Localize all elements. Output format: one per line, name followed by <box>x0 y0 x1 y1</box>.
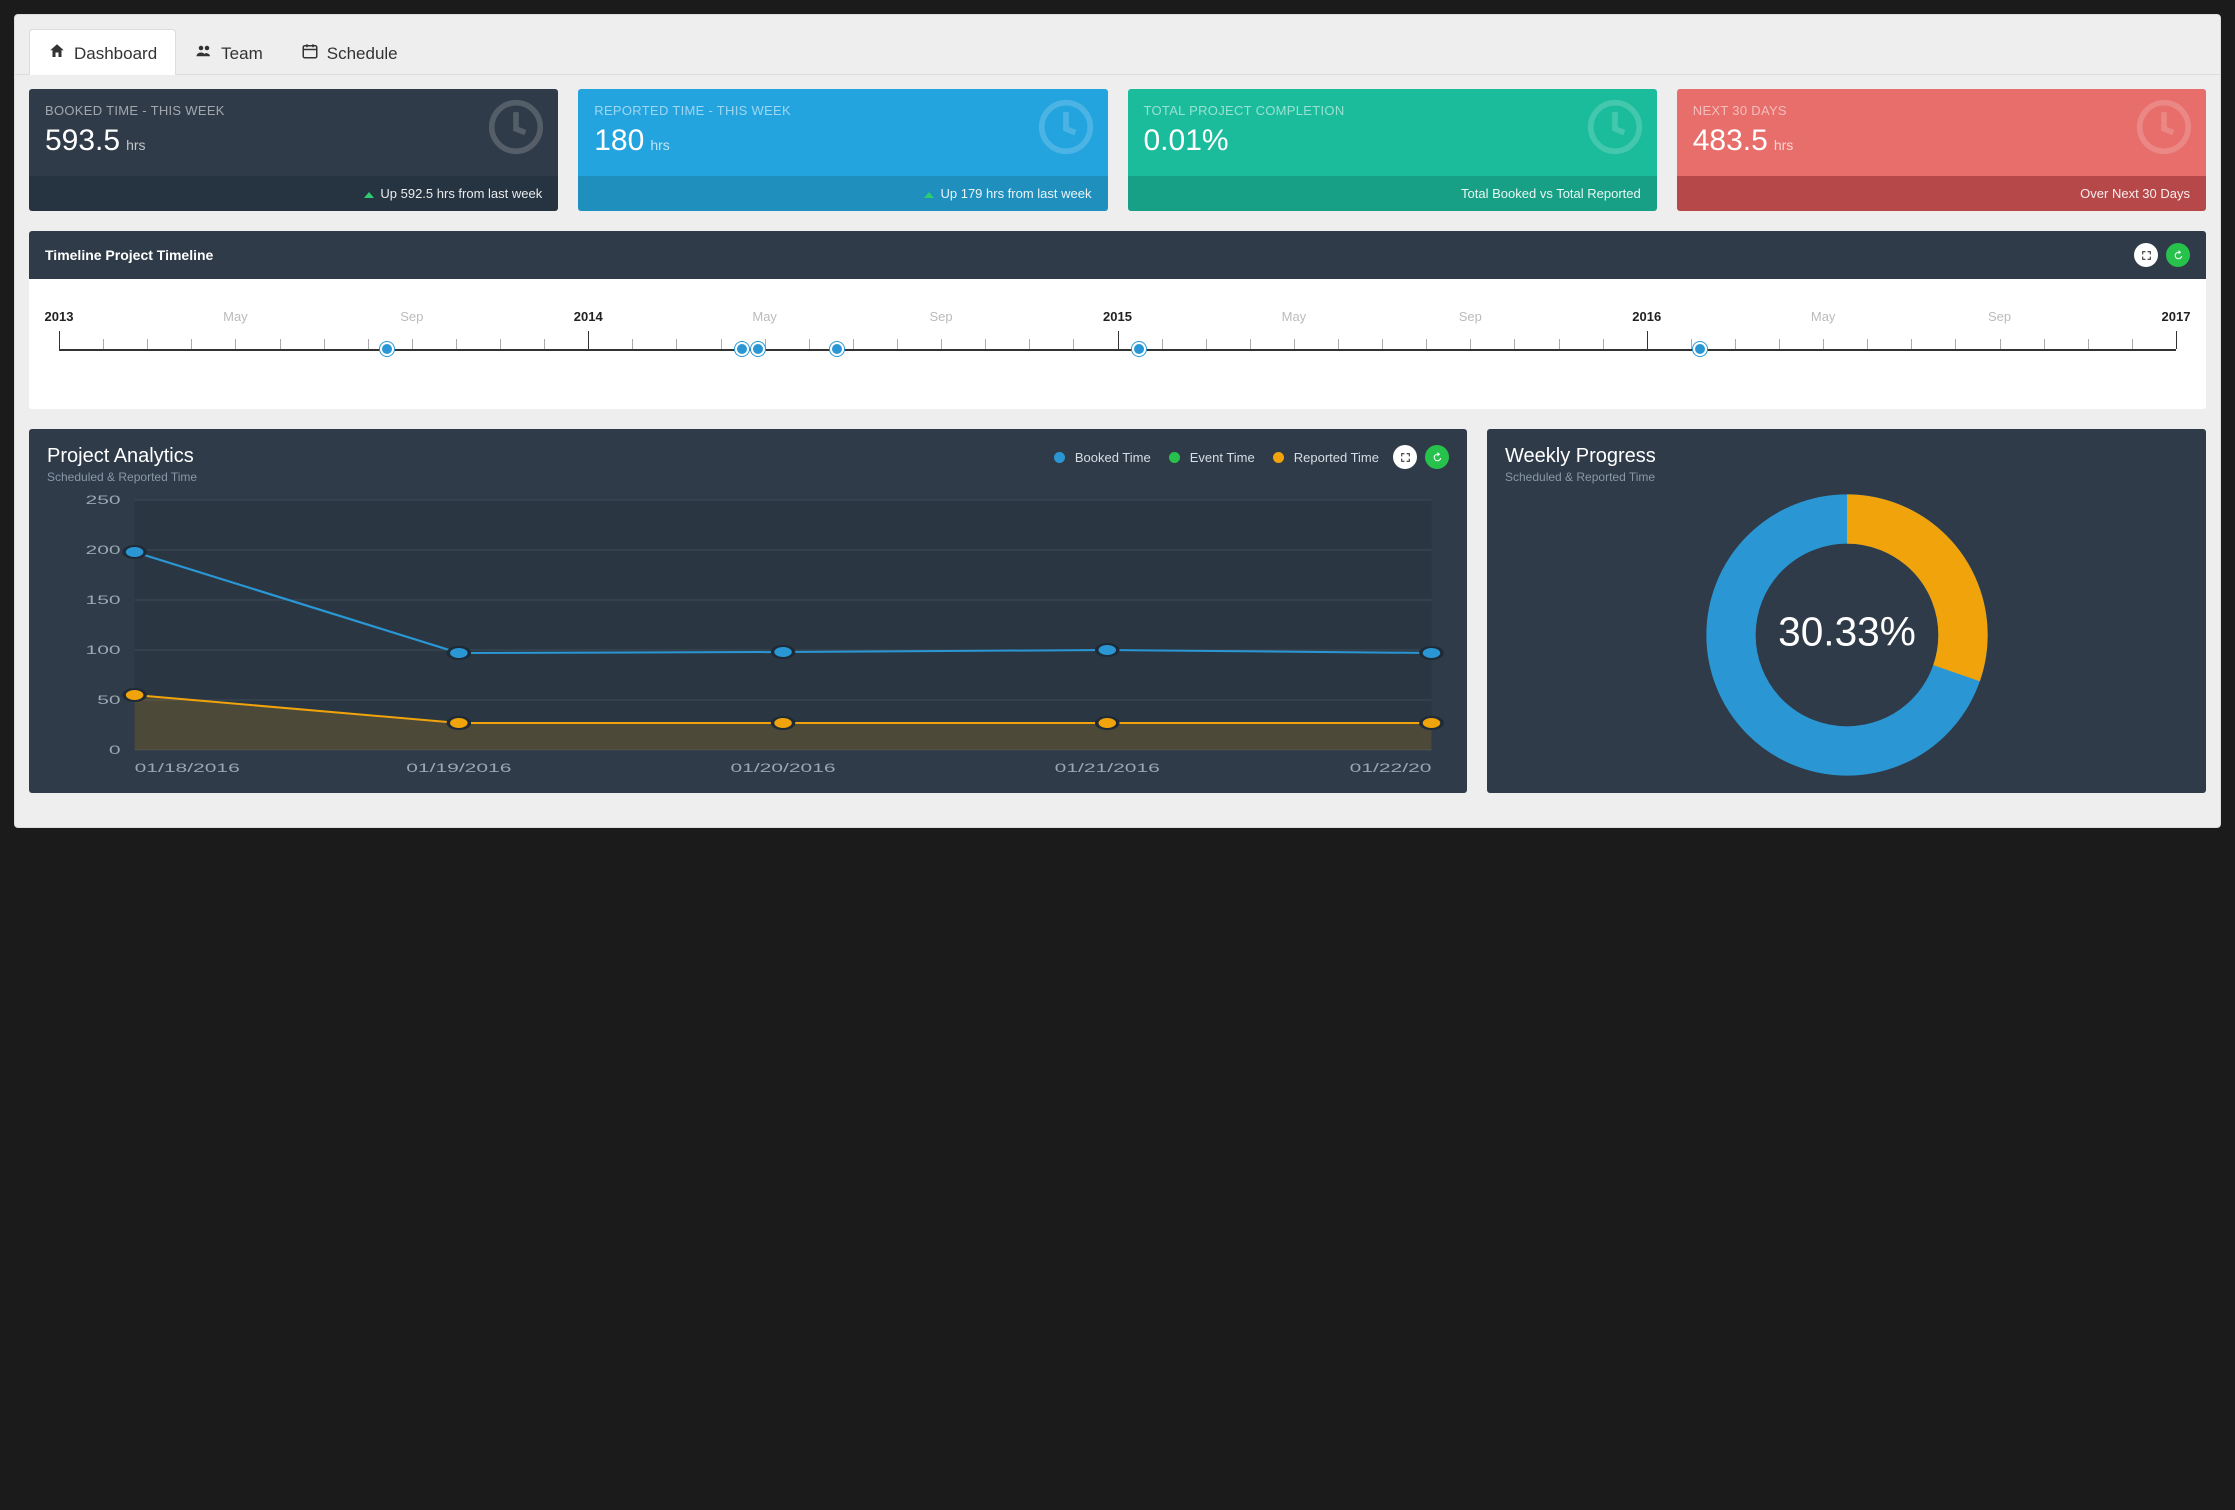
svg-text:01/20/2016: 01/20/2016 <box>730 761 835 774</box>
stat-title: REPORTED TIME - THIS WEEK <box>594 103 1091 118</box>
weekly-subtitle: Scheduled & Reported Time <box>1505 470 2188 484</box>
stat-title: NEXT 30 DAYS <box>1693 103 2190 118</box>
stat-completion: TOTAL PROJECT COMPLETION 0.01% Total Boo… <box>1128 89 1657 211</box>
svg-text:150: 150 <box>86 593 121 606</box>
stats-row: BOOKED TIME - THIS WEEK 593.5 hrs Up 592… <box>29 89 2206 211</box>
stat-title: TOTAL PROJECT COMPLETION <box>1144 103 1641 118</box>
caret-up-icon <box>924 192 934 198</box>
timeline-event-dot[interactable] <box>735 342 749 356</box>
stat-footer: Over Next 30 Days <box>1677 176 2206 211</box>
stat-footer: Up 592.5 hrs from last week <box>29 176 558 211</box>
tab-team[interactable]: Team <box>176 29 282 75</box>
tab-label: Team <box>221 44 263 64</box>
stat-unit: hrs <box>1774 137 1793 153</box>
tab-label: Schedule <box>327 44 398 64</box>
weekly-title: Weekly Progress <box>1505 445 2188 468</box>
legend-item[interactable]: Event Time <box>1169 450 1255 465</box>
stat-footer: Up 179 hrs from last week <box>578 176 1107 211</box>
clock-icon <box>1587 99 1643 155</box>
refresh-button[interactable] <box>1425 445 1449 469</box>
svg-text:01/22/20: 01/22/20 <box>1350 761 1432 774</box>
svg-text:01/18/2016: 01/18/2016 <box>135 761 240 774</box>
main-tabs: Dashboard Team Schedule <box>15 15 2220 75</box>
timeline-event-dot[interactable] <box>1132 342 1146 356</box>
weekly-progress-panel: Weekly Progress Scheduled & Reported Tim… <box>1487 429 2206 793</box>
svg-text:0: 0 <box>109 743 121 756</box>
timeline-panel: Timeline Project Timeline 2013MaySep2014… <box>29 231 2206 409</box>
analytics-panel: Project Analytics Scheduled & Reported T… <box>29 429 1467 793</box>
svg-text:30.33%: 30.33% <box>1778 609 1916 655</box>
svg-text:01/19/2016: 01/19/2016 <box>406 761 511 774</box>
analytics-legend: Booked Time Event Time Reported Time <box>1054 450 1379 465</box>
legend-item[interactable]: Reported Time <box>1273 450 1379 465</box>
analytics-chart[interactable]: 0 50 100 150 200 250 01/18/2016 01/19/2016 01/20… <box>47 490 1449 780</box>
svg-text:200: 200 <box>86 543 121 556</box>
weekly-donut-chart[interactable]: 30.33% <box>1702 490 1992 780</box>
stat-booked: BOOKED TIME - THIS WEEK 593.5 hrs Up 592… <box>29 89 558 211</box>
expand-button[interactable] <box>2134 243 2158 267</box>
timeline-chart[interactable]: 2013MaySep2014MaySep2015MaySep2016MaySep… <box>29 279 2206 409</box>
legend-item[interactable]: Booked Time <box>1054 450 1151 465</box>
svg-text:01/21/2016: 01/21/2016 <box>1055 761 1160 774</box>
dashboard-page: Dashboard Team Schedule BOOKED TIME - TH… <box>14 14 2221 828</box>
svg-text:100: 100 <box>86 643 121 656</box>
analytics-subtitle: Scheduled & Reported Time <box>47 470 197 484</box>
timeline-event-dot[interactable] <box>751 342 765 356</box>
stat-value: 0.01% <box>1144 124 1229 158</box>
svg-text:250: 250 <box>86 493 121 506</box>
refresh-button[interactable] <box>2166 243 2190 267</box>
tab-dashboard[interactable]: Dashboard <box>29 29 176 75</box>
caret-up-icon <box>364 192 374 198</box>
clock-icon <box>1038 99 1094 155</box>
stat-next30: NEXT 30 DAYS 483.5 hrs Over Next 30 Days <box>1677 89 2206 211</box>
stat-unit: hrs <box>650 137 669 153</box>
users-icon <box>195 42 213 65</box>
stat-unit: hrs <box>126 137 145 153</box>
stat-value: 483.5 <box>1693 124 1768 158</box>
home-icon <box>48 42 66 65</box>
stat-title: BOOKED TIME - THIS WEEK <box>45 103 542 118</box>
timeline-event-dot[interactable] <box>380 342 394 356</box>
stat-footer: Total Booked vs Total Reported <box>1128 176 1657 211</box>
timeline-title: Timeline Project Timeline <box>45 247 213 263</box>
analytics-title: Project Analytics <box>47 445 197 468</box>
timeline-event-dot[interactable] <box>830 342 844 356</box>
tab-schedule[interactable]: Schedule <box>282 29 417 75</box>
tab-label: Dashboard <box>74 44 157 64</box>
stat-value: 593.5 <box>45 124 120 158</box>
stat-reported: REPORTED TIME - THIS WEEK 180 hrs Up 179… <box>578 89 1107 211</box>
expand-button[interactable] <box>1393 445 1417 469</box>
svg-text:50: 50 <box>97 693 120 706</box>
calendar-icon <box>301 42 319 65</box>
stat-value: 180 <box>594 124 644 158</box>
timeline-event-dot[interactable] <box>1693 342 1707 356</box>
clock-icon <box>488 99 544 155</box>
clock-icon <box>2136 99 2192 155</box>
